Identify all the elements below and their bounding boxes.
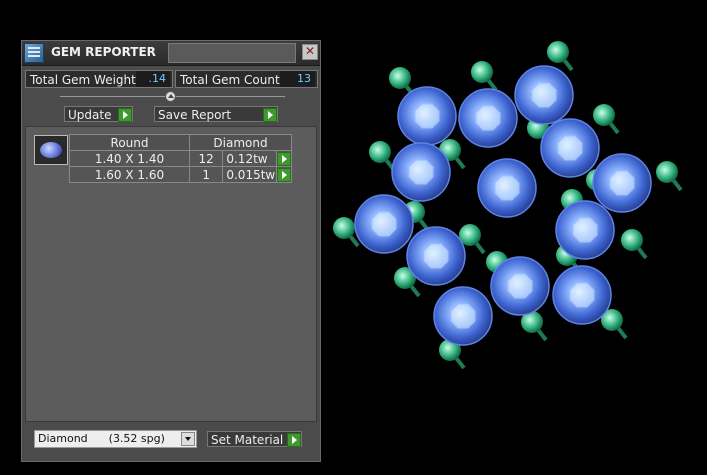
material-select-value: Diamond (3.52 spg) [38, 432, 165, 445]
chevron-down-icon[interactable] [181, 432, 195, 446]
row-go-cell[interactable] [275, 166, 293, 183]
prong-bead [389, 67, 411, 89]
close-icon: ✕ [304, 44, 316, 58]
size-cell: 1.40 X 1.40 [69, 150, 190, 167]
total-count-value: 13 [280, 71, 315, 87]
gem-thumbnail[interactable] [34, 135, 68, 165]
gem-table-facet [423, 243, 449, 269]
row-go-cell[interactable] [275, 150, 293, 167]
gem-table-facet [507, 273, 533, 299]
size-cell: 1.60 X 1.60 [69, 166, 190, 183]
prong-bead [593, 104, 615, 126]
gem-cluster-model [333, 41, 683, 370]
gem-list: Round Diamond 1.40 X 1.40 12 0.12tw 1.60… [25, 126, 317, 422]
prong-bead [547, 41, 569, 63]
save-report-label: Save Report [158, 108, 232, 122]
count-cell: 1 [188, 166, 224, 183]
prong-bead [471, 61, 493, 83]
material-select[interactable]: Diamond (3.52 spg) [34, 430, 197, 448]
gem-table-facet [414, 103, 440, 129]
set-material-label: Set Material [211, 433, 284, 447]
gem-table-facet [569, 282, 595, 308]
gem-table-facet [450, 303, 476, 329]
play-icon[interactable] [276, 151, 291, 166]
play-icon [118, 108, 132, 122]
table-header-row: Round Diamond [69, 134, 292, 151]
gem-table-facet [609, 170, 635, 196]
gem-table-facet [494, 175, 520, 201]
gem-table-facet [572, 217, 598, 243]
title-bar[interactable]: GEM REPORTER ✕ [22, 41, 320, 66]
title-bar-tab [168, 43, 296, 63]
prong-bead [333, 217, 355, 239]
gem-table-facet [557, 135, 583, 161]
window-title: GEM REPORTER [51, 45, 156, 59]
3d-viewport[interactable] [322, 0, 707, 475]
table-row[interactable]: 1.40 X 1.40 12 0.12tw [69, 150, 293, 167]
total-weight-value: .14 [136, 71, 170, 87]
set-material-button[interactable]: Set Material [207, 431, 302, 447]
prong-bead [656, 161, 678, 183]
play-icon [287, 433, 301, 447]
prong-bead [621, 229, 643, 251]
gem-table-facet [475, 105, 501, 131]
update-button[interactable]: Update [64, 106, 133, 122]
weight-cell: 0.015tw [222, 166, 277, 183]
gem-table: Round Diamond 1.40 X 1.40 12 0.12tw 1.60… [69, 134, 293, 183]
gem-reporter-panel: GEM REPORTER ✕ Total Gem Weight .14 Tota… [21, 40, 321, 462]
table-row[interactable]: 1.60 X 1.60 1 0.015tw [69, 166, 293, 183]
update-label: Update [68, 108, 112, 122]
gem-table-facet [531, 82, 557, 108]
play-icon [263, 108, 277, 122]
gem-table-facet [371, 211, 397, 237]
report-icon [24, 43, 44, 63]
save-report-button[interactable]: Save Report [154, 106, 278, 122]
gem-table-facet [408, 159, 434, 185]
prong-bead [369, 141, 391, 163]
play-icon[interactable] [276, 167, 291, 182]
count-cell: 12 [188, 150, 224, 167]
panel-resize-handle[interactable] [165, 91, 176, 102]
material-header: Diamond [189, 134, 292, 151]
weight-cell: 0.12tw [222, 150, 277, 167]
close-button[interactable]: ✕ [302, 44, 318, 60]
shape-header: Round [69, 134, 190, 151]
